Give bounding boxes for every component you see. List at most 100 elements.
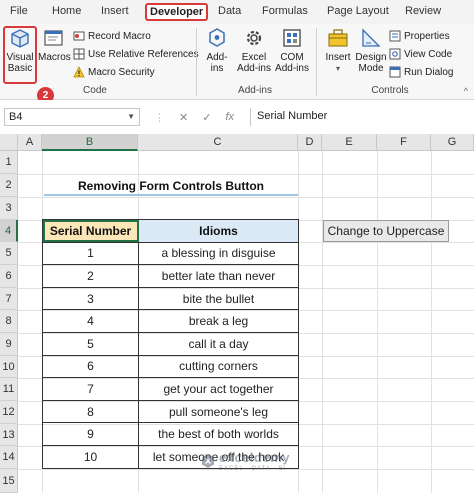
idiom-cell[interactable]: cutting corners — [138, 354, 299, 379]
macro-security-button[interactable]: Macro Security — [73, 64, 155, 80]
add-ins-label-1: Add- — [206, 52, 228, 63]
serial-cell[interactable]: 5 — [42, 331, 139, 356]
record-macro-button[interactable]: Record Macro — [73, 28, 151, 44]
exceldemy-watermark: exceldemy EXCEL · DATA · BI — [200, 450, 290, 472]
tab-data[interactable]: Data — [218, 5, 241, 17]
properties-label: Properties — [404, 30, 450, 42]
idiom-cell[interactable]: the best of both worlds — [138, 422, 299, 446]
column-header-b[interactable]: B — [42, 134, 138, 151]
serial-cell[interactable]: 2 — [42, 264, 139, 288]
header-idioms[interactable]: Idioms — [138, 219, 299, 243]
relative-references-label: Use Relative References — [88, 48, 199, 60]
view-code-button[interactable]: View Code — [389, 46, 452, 62]
tab-file[interactable]: File — [10, 5, 28, 17]
properties-icon — [389, 30, 401, 42]
serial-cell[interactable]: 10 — [42, 444, 139, 469]
change-to-uppercase-button[interactable]: Change to Uppercase — [323, 220, 449, 242]
formula-controls: ⋮ ✕ ✓ fx — [146, 108, 246, 126]
row-header-8[interactable]: 8 — [0, 310, 18, 333]
row-header-2[interactable]: 2 — [0, 174, 18, 197]
group-separator — [316, 28, 317, 96]
column-header-e[interactable]: E — [322, 134, 377, 151]
row-header-14[interactable]: 14 — [0, 446, 18, 469]
formula-bar: B4 ▼ ⋮ ✕ ✓ fx Serial Number — [0, 100, 474, 134]
serial-cell[interactable]: 8 — [42, 399, 139, 424]
idiom-cell[interactable]: bite the bullet — [138, 286, 299, 311]
idiom-cell[interactable]: call it a day — [138, 331, 299, 356]
idiom-cell[interactable]: get your act together — [138, 377, 299, 401]
design-mode-button[interactable]: Design Mode — [355, 26, 387, 74]
row-header-4[interactable]: 4 — [0, 220, 18, 242]
chevron-down-icon[interactable]: ▼ — [127, 112, 135, 121]
row-header-10[interactable]: 10 — [0, 356, 18, 378]
add-ins-button[interactable]: Add- ins — [201, 26, 233, 74]
cancel-icon[interactable]: ✕ — [179, 111, 188, 124]
visual-basic-icon — [11, 29, 29, 48]
properties-button[interactable]: Properties — [389, 28, 450, 44]
idiom-cell[interactable]: break a leg — [138, 309, 299, 333]
row-header-15[interactable]: 15 — [0, 469, 18, 493]
tab-formulas[interactable]: Formulas — [262, 5, 308, 17]
column-header-f[interactable]: F — [377, 134, 431, 151]
row-header-11[interactable]: 11 — [0, 378, 18, 401]
idiom-cell[interactable]: a blessing in disguise — [138, 241, 299, 266]
insert-control-label: Insert — [325, 52, 351, 63]
tab-page-layout[interactable]: Page Layout — [327, 5, 389, 17]
column-header-g[interactable]: G — [431, 134, 474, 151]
more-icon: ⋮ — [154, 111, 165, 124]
com-add-ins-button[interactable]: COM Add-ins — [274, 26, 310, 74]
serial-cell[interactable]: 6 — [42, 354, 139, 379]
excel-add-ins-button[interactable]: Excel Add-ins — [236, 26, 272, 74]
row-header-9[interactable]: 9 — [0, 333, 18, 356]
run-dialog-label: Run Dialog — [404, 66, 454, 78]
table-row: 6 cutting corners — [42, 354, 299, 379]
design-mode-label-1: Design — [355, 52, 387, 63]
row-header-1[interactable]: 1 — [0, 151, 18, 174]
enter-icon[interactable]: ✓ — [202, 111, 211, 124]
column-header-a[interactable]: A — [18, 134, 42, 151]
select-all-corner[interactable] — [0, 134, 18, 151]
serial-cell[interactable]: 1 — [42, 241, 139, 266]
insert-control-button[interactable]: Insert ▾ — [322, 26, 354, 74]
macros-button[interactable]: Macros — [38, 26, 71, 63]
tab-insert[interactable]: Insert — [101, 5, 129, 17]
com-add-ins-icon — [283, 29, 301, 47]
row-header-3[interactable]: 3 — [0, 197, 18, 220]
formula-input[interactable]: Serial Number — [250, 108, 470, 126]
name-box-value: B4 — [9, 111, 23, 123]
run-dialog-button[interactable]: Run Dialog — [389, 64, 453, 80]
row-header-12[interactable]: 12 — [0, 401, 18, 424]
idiom-cell[interactable]: pull someone's leg — [138, 399, 299, 424]
tab-home[interactable]: Home — [52, 5, 81, 17]
row-header-5[interactable]: 5 — [0, 242, 18, 265]
controls-group-label: Controls — [371, 85, 409, 96]
column-header-d[interactable]: D — [298, 134, 322, 151]
excel-add-ins-label-1: Excel — [241, 52, 267, 63]
com-add-ins-label-1: COM — [280, 52, 304, 63]
table-row: 1a blessing in disguise — [42, 241, 299, 266]
insert-function-icon[interactable]: fx — [225, 111, 234, 123]
serial-cell[interactable]: 9 — [42, 422, 139, 446]
visual-basic-label-2: Basic — [7, 63, 33, 74]
idiom-cell[interactable]: better late than never — [138, 264, 299, 288]
tab-review[interactable]: Review — [405, 5, 441, 17]
table-row: 5 call it a day — [42, 331, 299, 356]
serial-cell[interactable]: 7 — [42, 377, 139, 401]
add-ins-label-2: ins — [210, 63, 224, 74]
watermark-brand: exceldemy — [219, 450, 290, 465]
row-header-6[interactable]: 6 — [0, 265, 18, 288]
tab-developer[interactable]: Developer — [145, 3, 209, 21]
macro-security-label: Macro Security — [88, 66, 155, 78]
visual-basic-button[interactable]: Visual Basic — [4, 26, 36, 74]
column-header-c[interactable]: C — [138, 134, 298, 151]
header-serial-number[interactable]: Serial Number — [42, 219, 139, 243]
row-header-7[interactable]: 7 — [0, 288, 18, 310]
collapse-ribbon-icon[interactable]: ^ — [464, 86, 468, 96]
serial-cell[interactable]: 3 — [42, 286, 139, 311]
use-relative-references-button[interactable]: Use Relative References — [73, 46, 199, 62]
serial-cell[interactable]: 4 — [42, 309, 139, 333]
visual-basic-label-1: Visual — [6, 52, 34, 63]
row-header-13[interactable]: 13 — [0, 424, 18, 446]
name-box[interactable]: B4 ▼ — [4, 108, 140, 126]
exceldemy-logo-icon — [202, 454, 214, 468]
